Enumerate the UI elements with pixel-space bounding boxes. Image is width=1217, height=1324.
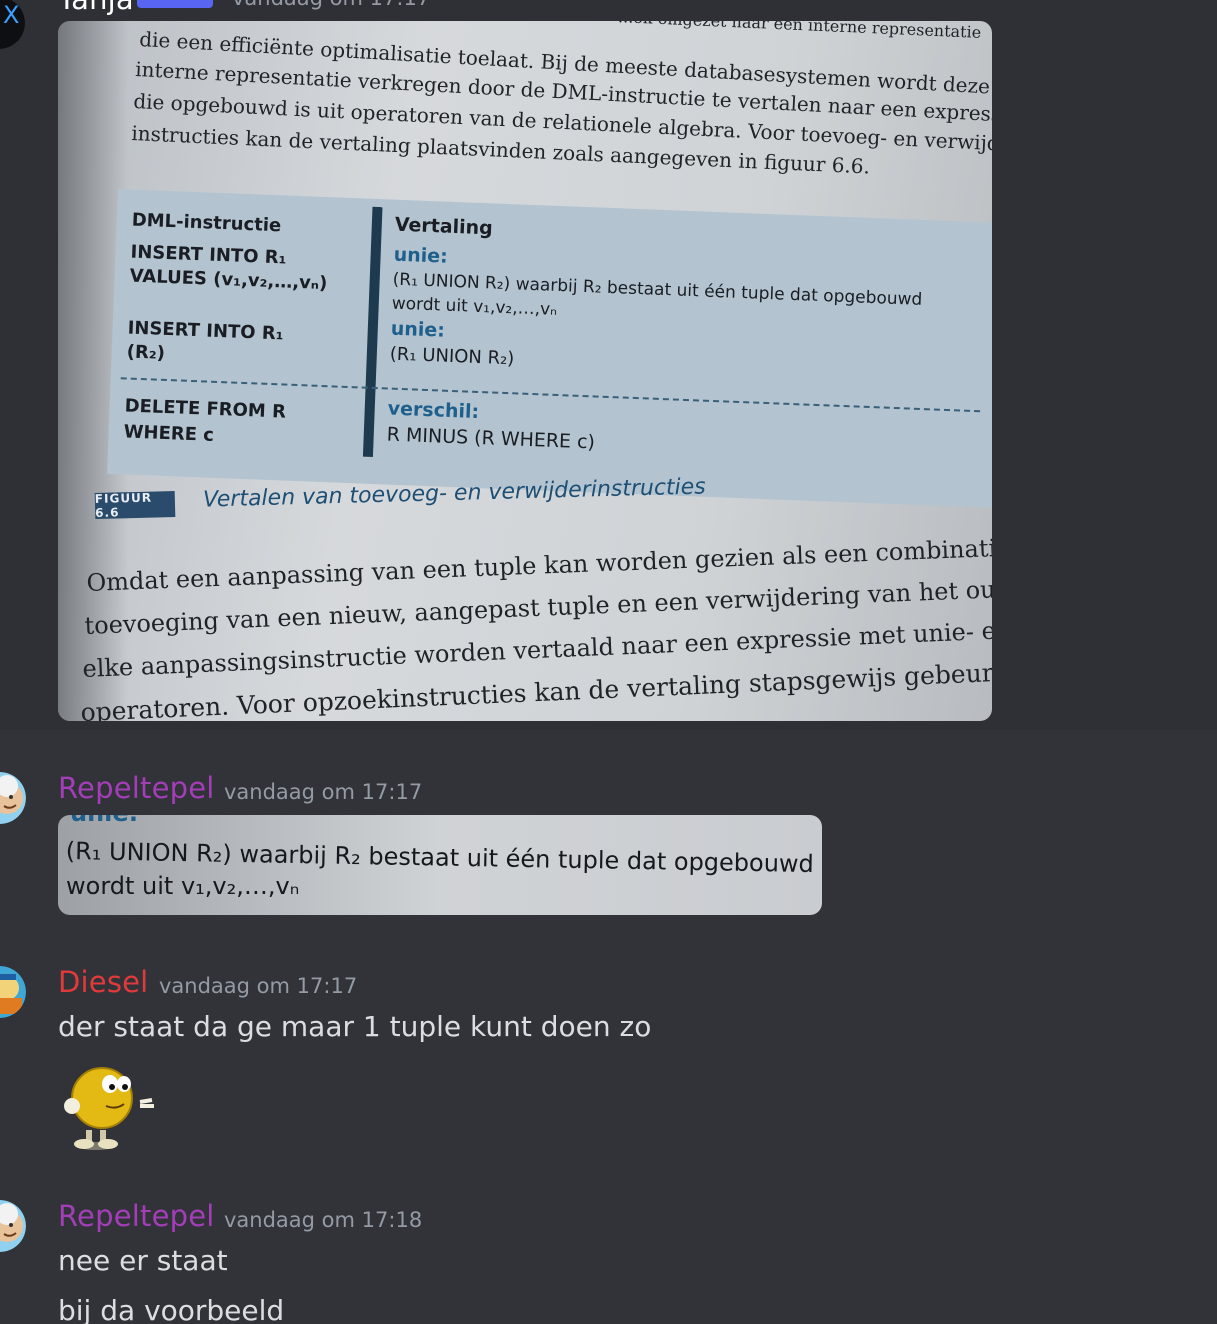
message-text: bij da voorbeeld [58,1294,285,1324]
username-diesel[interactable]: Diesel [58,965,148,999]
crop-text-line: wordt uit v₁,v₂,…,vₙ [66,872,300,900]
message-text: nee er staat [58,1244,228,1277]
username-repeltepel[interactable]: Repeltepel [58,1199,215,1233]
smiley-icon [64,1067,154,1150]
message-text: der staat da ge maar 1 tuple kunt doen z… [58,1010,652,1043]
book-text-line: ...ok omgezet naar een interne represent… [617,21,982,42]
thinking-smiley-emoji[interactable] [58,1062,158,1154]
image-attachment-crop[interactable]: unie: (R₁ UNION R₂) waarbij R₂ bestaat u… [58,815,822,915]
svg-text:X: X [3,1,19,29]
image-attachment-book-page[interactable]: ...ok omgezet naar een interne represent… [58,21,992,721]
table-cell: INSERT INTO R₁ [127,317,284,345]
timestamp: vandaag om 17:17 [224,780,423,804]
table-cell: (R₁ UNION R₂) [389,343,515,370]
table-cell: verschil: [387,397,480,424]
table-cell: INSERT INTO R₁ [130,241,287,269]
avatar-repeltepel[interactable] [0,1200,26,1252]
table-cell: VALUES (v₁,v₂,…,vₙ) [129,265,328,295]
timestamp: vandaag om 17:18 [224,1208,423,1232]
avatar-image [0,1200,26,1252]
figure-table: DML-instructie Vertaling INSERT INTO R₁ … [107,189,992,508]
table-cell: WHERE c [123,421,215,446]
avatar-image [0,966,26,1018]
username-repeltepel[interactable]: Repeltepel [58,771,215,805]
table-cell: R MINUS (R WHERE c) [386,423,596,454]
timestamp: vandaag om 17:17 [232,0,430,10]
avatar-diesel[interactable] [0,966,26,1018]
table-cell: (R₂) [126,341,166,364]
avatar-image [0,772,26,824]
table-cell: wordt uit v₁,v₂,…,vₙ [391,293,558,320]
figure-label: FIGUUR 6.6 [95,491,176,520]
table-header: DML-instructie [131,209,282,237]
table-cell: DELETE FROM R [124,395,287,423]
table-cell: unie: [393,243,449,268]
role-badge[interactable] [137,0,213,8]
timestamp: vandaag om 17:17 [159,974,358,998]
table-cell: unie: [390,317,446,342]
table-divider [362,206,383,457]
avatar-repeltepel[interactable] [0,772,26,824]
crop-text-line: unie: [70,815,138,827]
username-tanja[interactable]: Tanja [58,0,134,16]
table-header: Vertaling [394,213,494,240]
book-page: ...ok omgezet naar een interne represent… [58,21,992,721]
